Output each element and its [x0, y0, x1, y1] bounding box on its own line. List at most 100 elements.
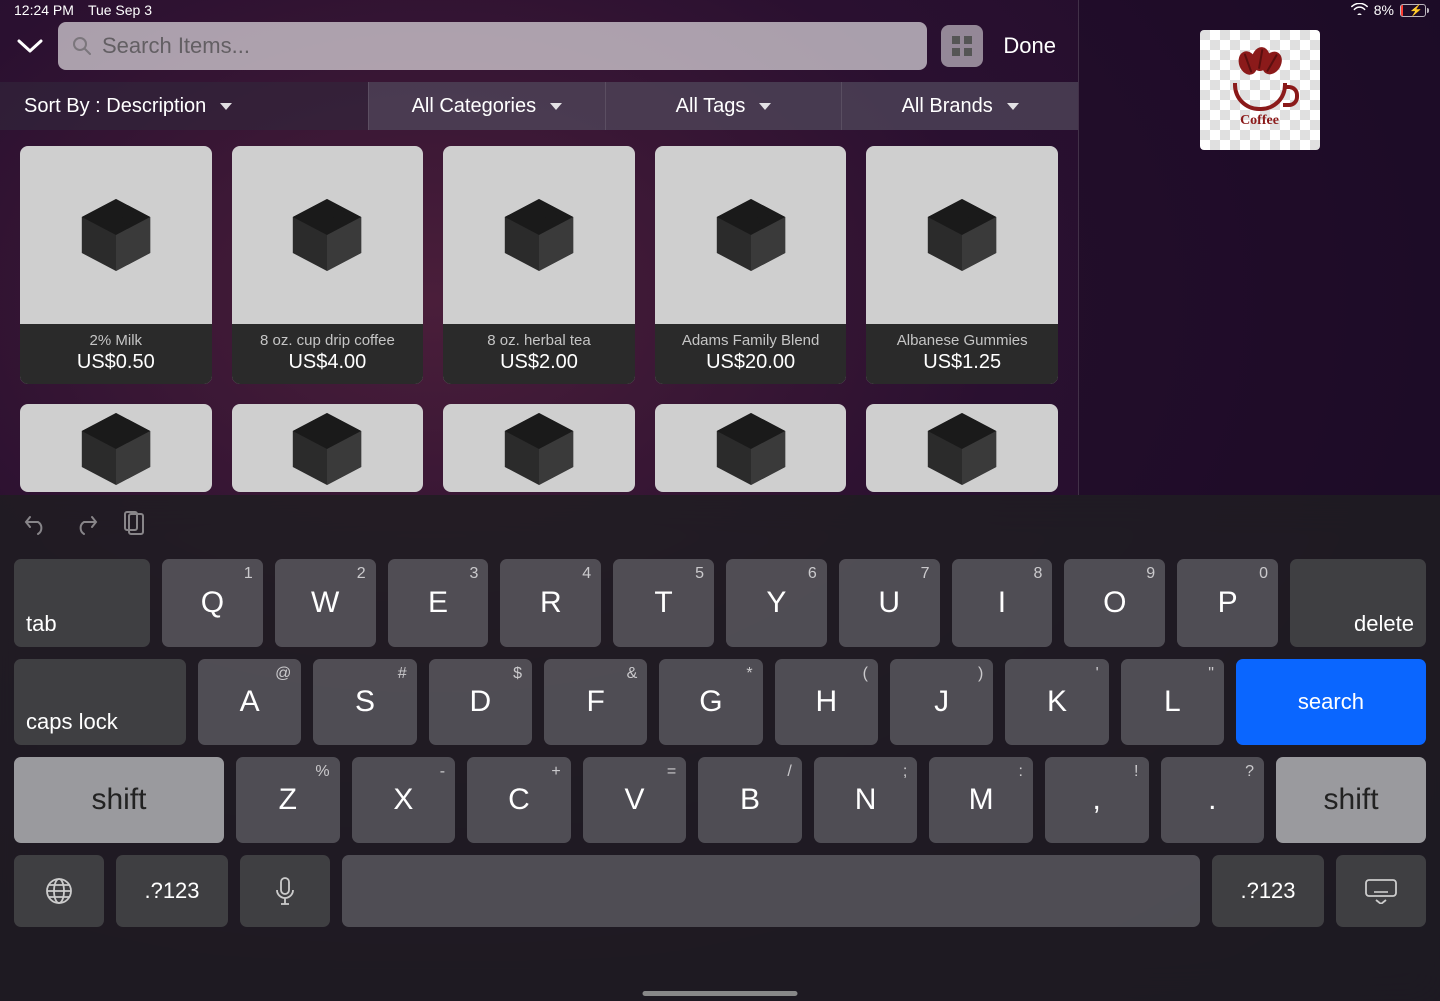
box-icon [282, 190, 372, 280]
undo-icon[interactable] [24, 513, 48, 535]
product-price: US$0.50 [26, 351, 206, 374]
tab-key[interactable]: tab [14, 559, 150, 647]
key-y[interactable]: 6Y [726, 559, 827, 647]
product-card[interactable]: 8 oz. herbal tea US$2.00 [443, 146, 635, 384]
key-l[interactable]: "L [1121, 659, 1224, 745]
product-name: 8 oz. cup drip coffee [238, 332, 418, 349]
key-s[interactable]: #S [313, 659, 416, 745]
product-card[interactable]: Albanese Gummies US$1.25 [866, 146, 1058, 384]
key-m[interactable]: :M [929, 757, 1033, 843]
product-price: US$1.25 [872, 351, 1052, 374]
tags-dropdown[interactable]: All Tags [605, 82, 842, 130]
product-name: 8 oz. herbal tea [449, 332, 629, 349]
product-card[interactable] [866, 404, 1058, 492]
caret-down-icon [759, 103, 771, 110]
key-i[interactable]: 8I [952, 559, 1053, 647]
categories-dropdown[interactable]: All Categories [368, 82, 605, 130]
key-.[interactable]: ?. [1161, 757, 1265, 843]
space-key[interactable] [342, 855, 1200, 927]
product-price: US$20.00 [661, 351, 841, 374]
search-input[interactable] [102, 33, 913, 59]
key-n[interactable]: ;N [814, 757, 918, 843]
product-card[interactable]: 8 oz. cup drip coffee US$4.00 [232, 146, 424, 384]
collapse-chevron-icon[interactable] [16, 32, 44, 60]
product-card[interactable] [443, 404, 635, 492]
status-bar: 12:24 PM Tue Sep 3 8% ⚡ [0, 0, 1440, 20]
key-f[interactable]: &F [544, 659, 647, 745]
layout-grid-button[interactable] [941, 25, 983, 67]
box-icon [917, 404, 1007, 492]
product-name: Adams Family Blend [661, 332, 841, 349]
key-q[interactable]: 1Q [162, 559, 263, 647]
product-name: Albanese Gummies [872, 332, 1052, 349]
caret-down-icon [1007, 103, 1019, 110]
key-t[interactable]: 5T [613, 559, 714, 647]
box-icon [706, 404, 796, 492]
cart-pane: Coffee [1078, 0, 1440, 495]
filter-row: Sort By : Description All Categories All… [0, 82, 1078, 130]
tags-label: All Tags [676, 95, 746, 118]
search-icon [72, 36, 92, 56]
delete-key[interactable]: delete [1290, 559, 1426, 647]
key-b[interactable]: /B [698, 757, 802, 843]
key-g[interactable]: *G [659, 659, 762, 745]
product-price: US$2.00 [449, 351, 629, 374]
key-e[interactable]: 3E [388, 559, 489, 647]
key-v[interactable]: =V [583, 757, 687, 843]
key-c[interactable]: +C [467, 757, 571, 843]
keyboard-toolbar [0, 495, 1440, 553]
product-card[interactable] [232, 404, 424, 492]
key-r[interactable]: 4R [500, 559, 601, 647]
keyboard-row-3: shift %Z-X+C=V/B;N:M!,?. shift [14, 757, 1426, 843]
key-a[interactable]: @A [198, 659, 301, 745]
caret-down-icon [550, 103, 562, 110]
done-button[interactable]: Done [997, 33, 1062, 59]
caret-down-icon [220, 103, 232, 110]
grid-icon [951, 35, 973, 57]
key-d[interactable]: $D [429, 659, 532, 745]
key-h[interactable]: (H [775, 659, 878, 745]
product-card[interactable] [20, 404, 212, 492]
product-card[interactable]: 2% Milk US$0.50 [20, 146, 212, 384]
products-grid: 2% Milk US$0.50 8 oz. cup drip coffee US$4… [0, 130, 1078, 508]
shift-key-left[interactable]: shift [14, 757, 224, 843]
key-p[interactable]: 0P [1177, 559, 1278, 647]
box-icon [71, 190, 161, 280]
key-x[interactable]: -X [352, 757, 456, 843]
mic-key[interactable] [240, 855, 330, 927]
box-icon [282, 404, 372, 492]
brands-dropdown[interactable]: All Brands [841, 82, 1078, 130]
key-w[interactable]: 2W [275, 559, 376, 647]
item-search-pane: Done Sort By : Description All Categorie… [0, 0, 1078, 495]
product-price: US$4.00 [238, 351, 418, 374]
redo-icon[interactable] [74, 513, 98, 535]
key-o[interactable]: 9O [1064, 559, 1165, 647]
search-key[interactable]: search [1236, 659, 1426, 745]
search-field[interactable] [58, 22, 927, 70]
keyboard-row-1: tab 1Q2W3E4R5T6Y7U8I9O0P delete [14, 559, 1426, 647]
key-z[interactable]: %Z [236, 757, 340, 843]
categories-label: All Categories [412, 95, 537, 118]
sort-dropdown[interactable]: Sort By : Description [0, 82, 368, 130]
clipboard-icon[interactable] [124, 511, 146, 537]
caps-lock-key[interactable]: caps lock [14, 659, 186, 745]
numeric-key-right[interactable]: .?123 [1212, 855, 1324, 927]
key-j[interactable]: )J [890, 659, 993, 745]
home-indicator[interactable] [643, 991, 798, 996]
logo-text: Coffee [1240, 113, 1279, 129]
sort-label: Sort By : Description [24, 95, 206, 118]
product-card[interactable]: Adams Family Blend US$20.00 [655, 146, 847, 384]
product-card[interactable] [655, 404, 847, 492]
box-icon [494, 190, 584, 280]
shift-key-right[interactable]: shift [1276, 757, 1426, 843]
status-time: 12:24 PM [14, 2, 74, 18]
numeric-key-left[interactable]: .?123 [116, 855, 228, 927]
key-,[interactable]: !, [1045, 757, 1149, 843]
globe-key[interactable] [14, 855, 104, 927]
key-u[interactable]: 7U [839, 559, 940, 647]
box-icon [706, 190, 796, 280]
hide-keyboard-key[interactable] [1336, 855, 1426, 927]
key-k[interactable]: 'K [1005, 659, 1108, 745]
box-icon [917, 190, 1007, 280]
product-name: 2% Milk [26, 332, 206, 349]
